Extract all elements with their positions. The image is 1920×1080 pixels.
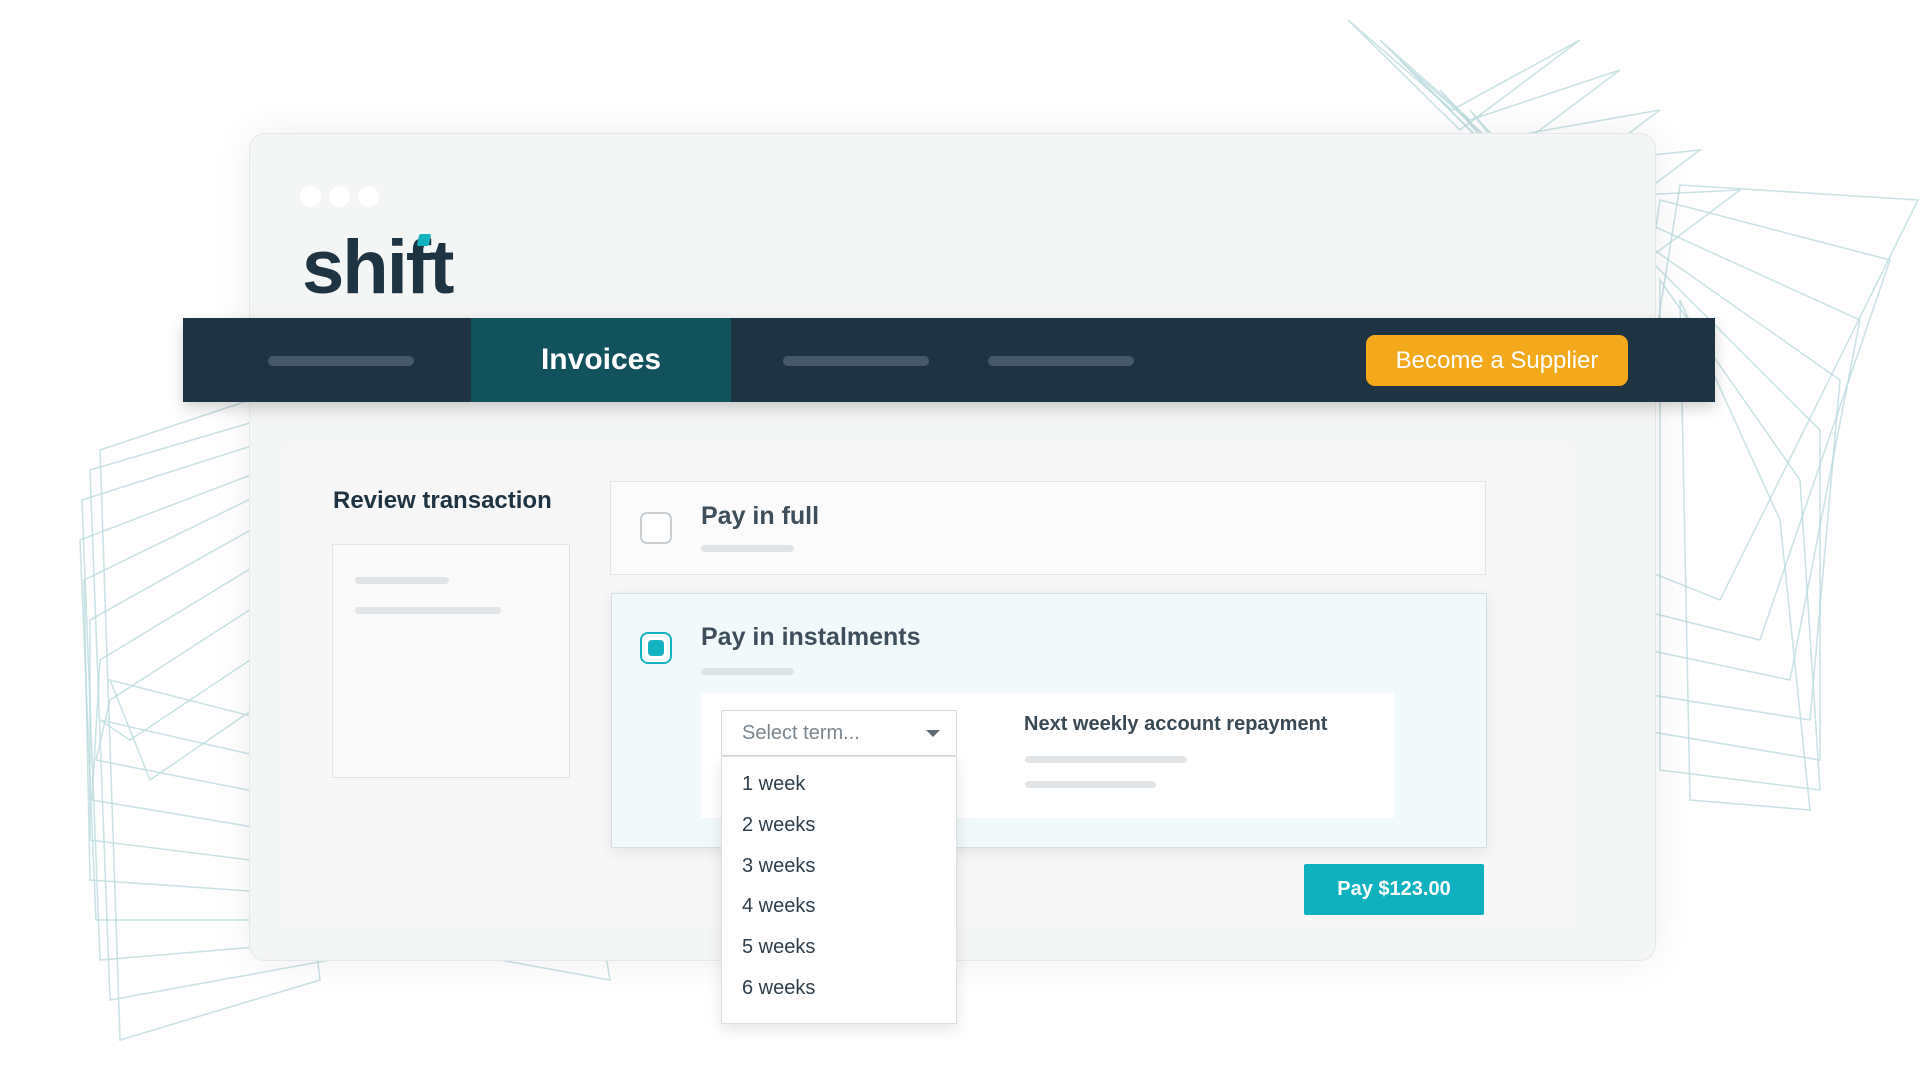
shift-logo: shift — [302, 230, 454, 306]
window-dot-1[interactable] — [300, 186, 321, 207]
term-dropdown-menu: 1 week 2 weeks 3 weeks 4 weeks 5 weeks 6… — [721, 756, 957, 1024]
pay-in-instalments-checkbox[interactable] — [640, 632, 672, 664]
summary-placeholder-line — [355, 577, 449, 584]
next-repayment-title: Next weekly account repayment — [1024, 713, 1328, 735]
nav-tab-placeholder — [988, 356, 1134, 366]
window-dot-3[interactable] — [358, 186, 379, 207]
caret-down-icon[interactable] — [926, 730, 940, 737]
pay-in-full-option[interactable]: Pay in full — [610, 481, 1486, 575]
window-dot-2[interactable] — [329, 186, 350, 207]
pay-in-instalments-label: Pay in instalments — [701, 623, 921, 651]
repayment-placeholder-line — [1025, 781, 1156, 788]
nav-tab-placeholder — [268, 356, 414, 366]
pay-in-instalments-subtext — [701, 668, 794, 675]
pay-in-full-subtext — [701, 545, 794, 552]
term-option[interactable]: 2 weeks — [742, 814, 815, 837]
term-option[interactable]: 4 weeks — [742, 895, 815, 918]
become-a-supplier-button[interactable]: Become a Supplier — [1366, 335, 1628, 386]
term-option[interactable]: 3 weeks — [742, 855, 815, 878]
main-navbar: Invoices Become a Supplier — [183, 318, 1715, 402]
logo-accent-dot — [416, 234, 432, 246]
nav-tab-1[interactable] — [268, 318, 414, 402]
pay-in-full-checkbox[interactable] — [640, 512, 672, 544]
term-select-placeholder: Select term... — [742, 722, 860, 744]
nav-tab-invoices[interactable]: Invoices — [471, 318, 731, 402]
nav-tab-4[interactable] — [988, 318, 1134, 402]
nav-tab-3[interactable] — [783, 318, 929, 402]
nav-tab-placeholder — [783, 356, 929, 366]
term-select[interactable]: Select term... — [721, 710, 957, 756]
review-transaction-title: Review transaction — [333, 487, 552, 514]
pay-in-full-label: Pay in full — [701, 502, 820, 530]
term-option[interactable]: 1 week — [742, 773, 805, 796]
pay-button[interactable]: Pay $123.00 — [1304, 864, 1484, 915]
summary-placeholder-line — [355, 607, 501, 614]
window-controls — [300, 186, 379, 207]
repayment-placeholder-line — [1025, 756, 1187, 763]
term-option[interactable]: 5 weeks — [742, 936, 815, 959]
review-summary-card — [332, 544, 570, 778]
term-option[interactable]: 6 weeks — [742, 977, 815, 1000]
